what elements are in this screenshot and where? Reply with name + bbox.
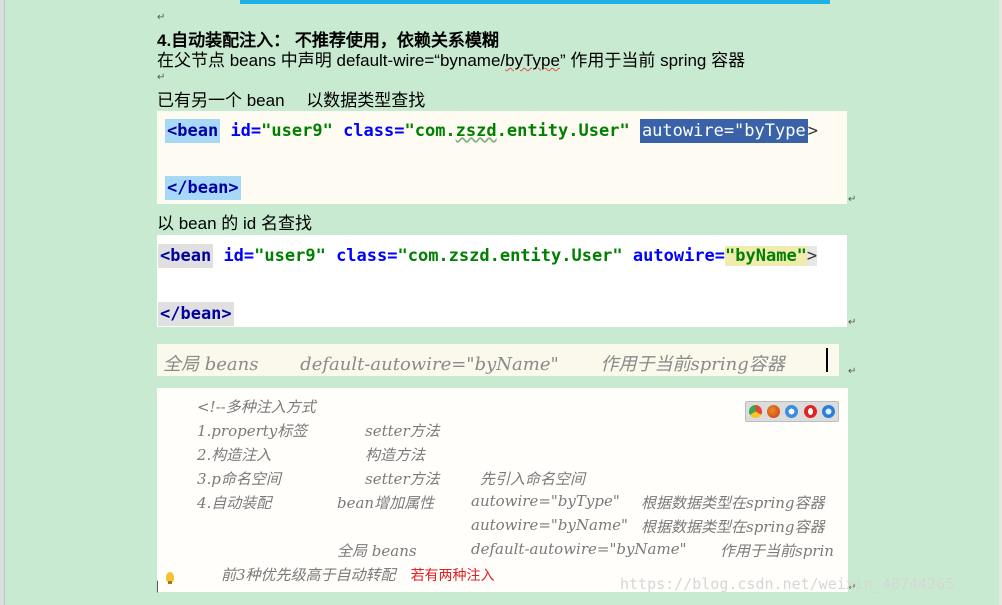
code-line-bean-open: <bean id="user9" class="com.zszd.entity.… bbox=[158, 244, 818, 268]
paragraph-mark: ↵ bbox=[848, 194, 857, 205]
id-value: "user9" bbox=[254, 246, 326, 266]
autowire-value: "byName" bbox=[725, 246, 807, 266]
method-3-note: 先引入命名空间 bbox=[480, 470, 586, 488]
method-1-name: 1.property标签 bbox=[197, 422, 308, 440]
paragraph-mark: ↵ bbox=[157, 12, 166, 23]
code-image-byname: <bean id="user9" class="com.zszd.entity.… bbox=[157, 235, 847, 327]
code-line-bean-close: </bean> bbox=[158, 302, 234, 326]
method-4-byname-desc: 根据数据类型在spring容器 bbox=[641, 518, 825, 536]
class-value-package: zszd bbox=[455, 121, 497, 141]
spellcheck-word: byType bbox=[505, 51, 560, 70]
opera-icon[interactable] bbox=[803, 405, 817, 418]
global-beans-label: 全局 beans bbox=[337, 542, 417, 560]
chrome-icon[interactable] bbox=[748, 405, 762, 418]
autowire-selection: autowire="byType bbox=[639, 119, 808, 143]
close-bracket: > bbox=[806, 246, 818, 266]
ie-icon[interactable] bbox=[785, 405, 799, 418]
paragraph-mark: ↵ bbox=[848, 317, 857, 328]
close-bracket: > bbox=[807, 121, 818, 141]
bean-open-tag: <bean bbox=[165, 119, 221, 143]
priority-note: 前3种优先级高于自动转配 若有两种注入 bbox=[221, 564, 495, 585]
firefox-icon[interactable] bbox=[767, 405, 781, 418]
global-scope-desc: 作用于当前sprin bbox=[720, 542, 834, 560]
paragraph-mark: ▏ bbox=[157, 582, 165, 593]
method-4-byname: autowire="byName" bbox=[471, 516, 628, 534]
method-3-desc: setter方法 bbox=[365, 470, 440, 488]
global-beans-image: 全局 beans default-autowire="byName" 作用于当前… bbox=[157, 344, 839, 376]
method-4-desc: bean增加属性 bbox=[337, 494, 435, 512]
text-cursor bbox=[826, 348, 828, 372]
id-attr: id= bbox=[223, 246, 255, 266]
bean-close-tag: </bean> bbox=[165, 176, 241, 200]
para1-text: 在父节点 beans 中声明 default-wire=“byname/ bbox=[157, 51, 506, 70]
paragraph-mark: ↵ bbox=[157, 72, 166, 83]
class-value: "com. bbox=[404, 121, 456, 141]
bean-close-tag: </bean> bbox=[158, 302, 234, 326]
class-attr: class= bbox=[343, 121, 405, 141]
id-value: "user9" bbox=[261, 121, 333, 141]
global-beans-text: 全局 beans default-autowire="byName" 作用于当前… bbox=[163, 354, 785, 375]
browser-icons-toolbar bbox=[745, 401, 839, 422]
paragraph-byname: 以 bean 的 id 名查找 bbox=[157, 214, 312, 233]
autowire-attr: autowire= bbox=[632, 246, 726, 266]
left-margin bbox=[0, 0, 5, 605]
class-attr: class= bbox=[336, 246, 398, 266]
method-2-name: 2.构造注入 bbox=[197, 446, 272, 464]
csdn-watermark: https://blog.csdn.net/weixin_40744265 bbox=[620, 575, 955, 593]
class-value-end: .entity.User" bbox=[496, 121, 630, 141]
paragraph-default-wire: 在父节点 beans 中声明 default-wire=“byname/byTy… bbox=[157, 46, 745, 71]
code-line-bean-close: </bean> bbox=[165, 176, 241, 200]
paragraph-bytype: 已有另一个 bean 以数据类型查找 bbox=[157, 91, 426, 110]
method-1-desc: setter方法 bbox=[365, 422, 440, 440]
id-attr: id= bbox=[230, 121, 262, 141]
bean-open-tag: <bean bbox=[158, 244, 214, 268]
method-4-name: 4.自动装配 bbox=[197, 494, 272, 512]
class-value: "com.zszd.entity.User" bbox=[397, 246, 623, 266]
method-2-desc: 构造方法 bbox=[365, 446, 426, 464]
para1-text-end: ” 作用于当前 spring 容器 bbox=[559, 51, 746, 70]
global-default-autowire: default-autowire="byName" bbox=[471, 540, 687, 558]
safari-icon[interactable] bbox=[822, 405, 836, 418]
comment-open: <!--多种注入方式 bbox=[197, 398, 316, 416]
code-line-bean-open: <bean id="user9" class="com.zszd.entity.… bbox=[165, 119, 818, 143]
method-3-name: 3.p命名空间 bbox=[197, 470, 281, 488]
priority-text: 前3种优先级高于自动转配 bbox=[221, 566, 396, 584]
paragraph-mark: ↵ bbox=[848, 366, 857, 377]
method-4-bytype: autowire="byType" bbox=[471, 492, 620, 510]
lightbulb-icon[interactable] bbox=[166, 572, 174, 584]
code-image-bytype: <bean id="user9" class="com.zszd.entity.… bbox=[157, 111, 847, 204]
top-image-edge bbox=[240, 0, 830, 4]
method-4-bytype-desc: 根据数据类型在spring容器 bbox=[641, 494, 825, 512]
red-annotation: 若有两种注入 bbox=[410, 567, 495, 583]
